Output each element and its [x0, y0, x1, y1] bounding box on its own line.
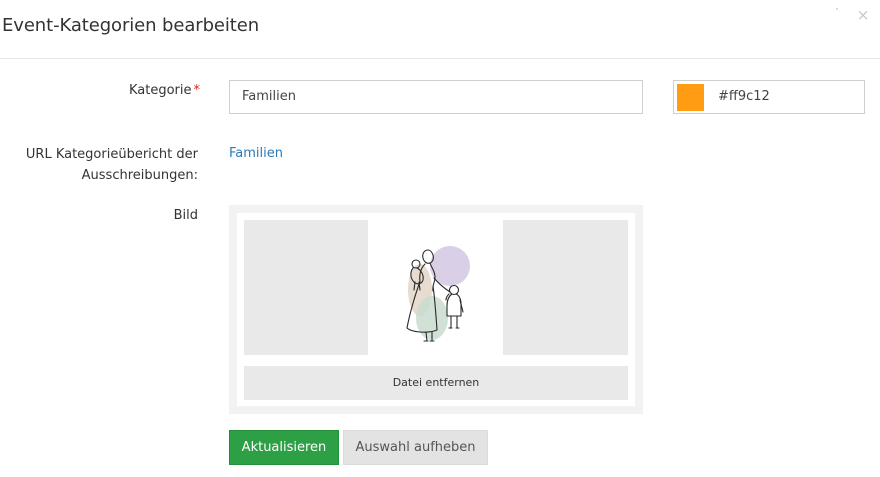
- category-name-input[interactable]: Familien: [229, 80, 643, 114]
- mother-and-children-illustration: [368, 220, 503, 355]
- color-picker-field[interactable]: #ff9c12: [673, 80, 865, 114]
- update-button[interactable]: Aktualisieren: [229, 430, 339, 465]
- required-marker: *: [193, 83, 201, 98]
- image-preview-container: Datei entfernen: [237, 213, 635, 406]
- color-swatch[interactable]: [677, 84, 704, 111]
- modal-header: Event-Kategorien bearbeiten ×: [0, 0, 880, 59]
- close-icon[interactable]: ×: [855, 6, 871, 24]
- image-label: Bild: [173, 208, 198, 223]
- image-preview-background: [244, 220, 628, 355]
- url-label-line1: URL Kategorieübericht der: [25, 147, 198, 162]
- modal-title: Event-Kategorien bearbeiten: [2, 15, 260, 36]
- header-dot: [836, 8, 838, 10]
- category-url-link[interactable]: Familien: [229, 144, 283, 164]
- deselect-button[interactable]: Auswahl aufheben: [343, 430, 488, 465]
- image-upload-panel: Datei entfernen: [229, 205, 643, 414]
- url-label: URL Kategorieübericht der Ausschreibunge…: [0, 144, 198, 186]
- url-label-line2: Ausschreibungen:: [81, 168, 198, 183]
- category-label: Kategorie *: [100, 80, 200, 101]
- edit-category-modal: Event-Kategorien bearbeiten × Kategorie *…: [0, 0, 880, 477]
- category-label-text: Kategorie: [128, 83, 192, 98]
- color-hex-value: #ff9c12: [718, 89, 770, 104]
- remove-file-button[interactable]: Datei entfernen: [244, 366, 628, 400]
